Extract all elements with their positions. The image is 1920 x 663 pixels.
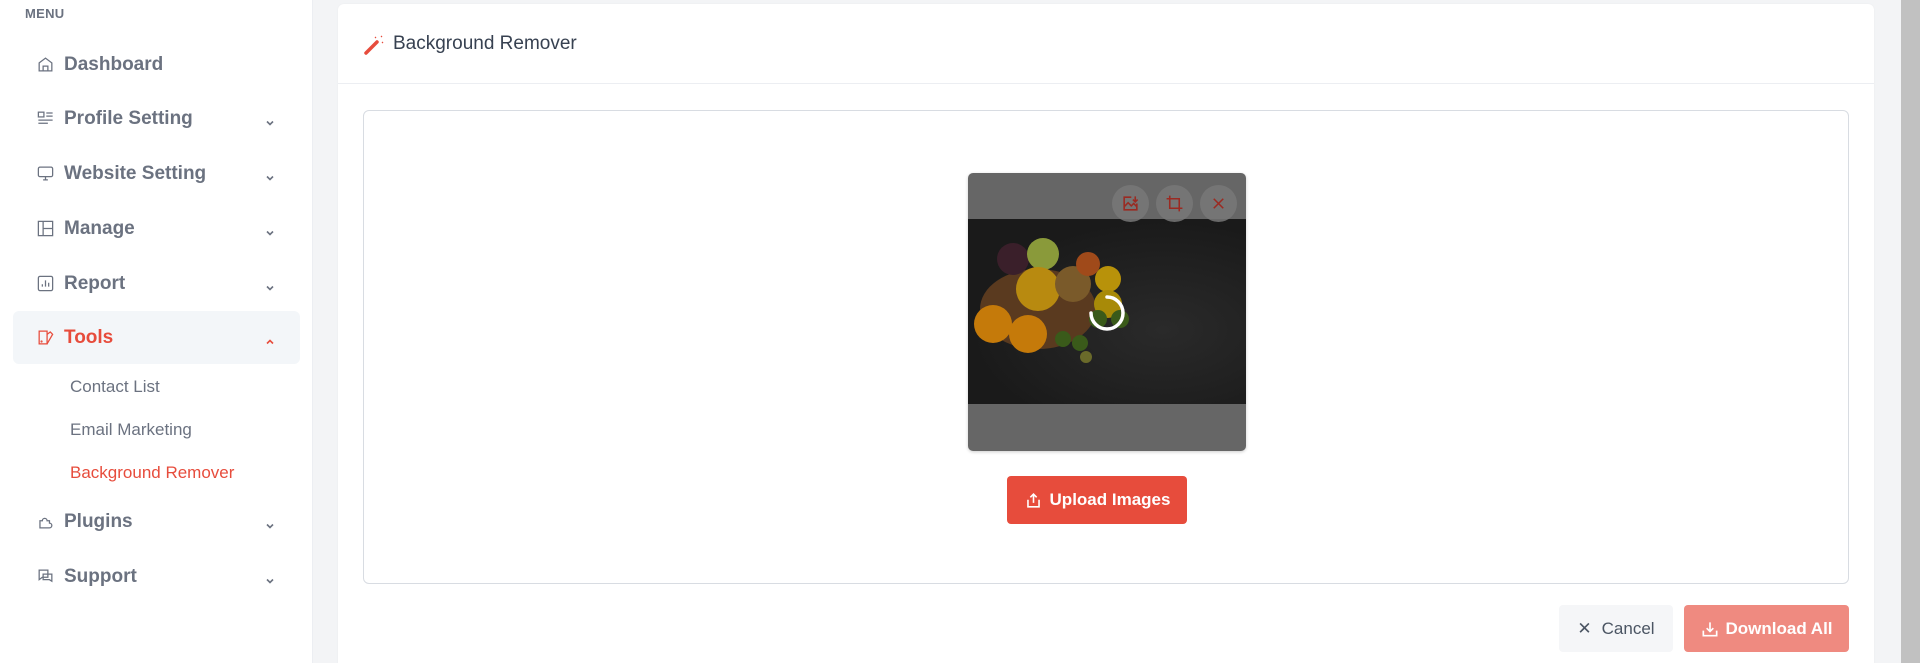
download-all-button[interactable]: Download All bbox=[1684, 605, 1849, 652]
sidebar-item-manage[interactable]: Manage bbox=[13, 202, 300, 255]
profile-list-icon bbox=[35, 109, 55, 129]
upload-images-label: Upload Images bbox=[1049, 490, 1171, 509]
sidebar-item-support[interactable]: Support bbox=[13, 550, 300, 603]
sidebar-item-label: Report bbox=[64, 272, 126, 294]
home-icon bbox=[35, 55, 55, 75]
layout-icon bbox=[35, 219, 55, 239]
chevron-down-icon bbox=[264, 113, 276, 126]
magic-wand-icon bbox=[364, 35, 384, 55]
monitor-icon bbox=[35, 164, 55, 184]
sidebar-item-label: Plugins bbox=[64, 510, 133, 532]
chevron-down-icon bbox=[264, 516, 276, 529]
chevron-down-icon bbox=[264, 278, 276, 291]
sidebar-item-label: Manage bbox=[64, 217, 135, 239]
page-title: Background Remover bbox=[393, 32, 577, 54]
sidebar-item-label: Profile Setting bbox=[64, 107, 193, 129]
sidebar-item-label: Website Setting bbox=[64, 162, 207, 184]
image-preview bbox=[968, 173, 1246, 451]
image-download-icon bbox=[1123, 196, 1139, 211]
chevron-down-icon bbox=[264, 571, 276, 584]
sidebar-item-label: Support bbox=[64, 565, 137, 587]
close-icon: ✕ bbox=[1577, 618, 1592, 638]
sidebar: MENU Dashboard Profile Setting Website S… bbox=[0, 0, 313, 663]
download-icon bbox=[1702, 621, 1718, 636]
background-remover-card: Background Remover Upload Images ✕ Cance… bbox=[338, 4, 1874, 663]
sidebar-item-dashboard[interactable]: Dashboard bbox=[13, 38, 300, 91]
close-icon bbox=[1213, 198, 1224, 209]
card-header: Background Remover bbox=[338, 4, 1874, 84]
chat-icon bbox=[35, 567, 55, 587]
upload-images-button[interactable]: Upload Images bbox=[1007, 476, 1187, 524]
download-all-label: Download All bbox=[1725, 618, 1833, 638]
image-drop-zone[interactable]: Upload Images bbox=[363, 110, 1849, 584]
puzzle-icon bbox=[35, 512, 55, 532]
upload-icon bbox=[1026, 492, 1040, 508]
sidebar-item-label: Tools bbox=[64, 326, 114, 348]
tools-icon bbox=[35, 328, 55, 348]
sidebar-item-profile-setting[interactable]: Profile Setting bbox=[13, 92, 300, 145]
sidebar-subitem-background-remover[interactable]: Background Remover bbox=[70, 463, 234, 483]
sidebar-item-plugins[interactable]: Plugins bbox=[13, 495, 300, 548]
chevron-down-icon bbox=[264, 223, 276, 236]
scrollbar[interactable] bbox=[1901, 0, 1920, 663]
chevron-up-icon bbox=[264, 332, 276, 344]
remove-image-button[interactable] bbox=[1200, 185, 1237, 222]
chevron-down-icon bbox=[264, 168, 276, 181]
sidebar-subitem-contact-list[interactable]: Contact List bbox=[70, 377, 160, 397]
menu-label: MENU bbox=[25, 6, 65, 21]
crop-icon bbox=[1166, 195, 1183, 212]
sidebar-subitem-email-marketing[interactable]: Email Marketing bbox=[70, 420, 192, 440]
crop-button[interactable] bbox=[1156, 185, 1193, 222]
cancel-label: Cancel bbox=[1601, 618, 1655, 638]
sidebar-item-website-setting[interactable]: Website Setting bbox=[13, 147, 300, 200]
save-image-button[interactable] bbox=[1112, 185, 1149, 222]
sidebar-item-label: Dashboard bbox=[64, 53, 164, 75]
chart-icon bbox=[35, 274, 55, 294]
cancel-button[interactable]: ✕ Cancel bbox=[1559, 605, 1673, 652]
sidebar-item-report[interactable]: Report bbox=[13, 257, 300, 310]
sidebar-item-tools[interactable]: Tools bbox=[13, 311, 300, 364]
loading-spinner-icon bbox=[1089, 295, 1125, 331]
